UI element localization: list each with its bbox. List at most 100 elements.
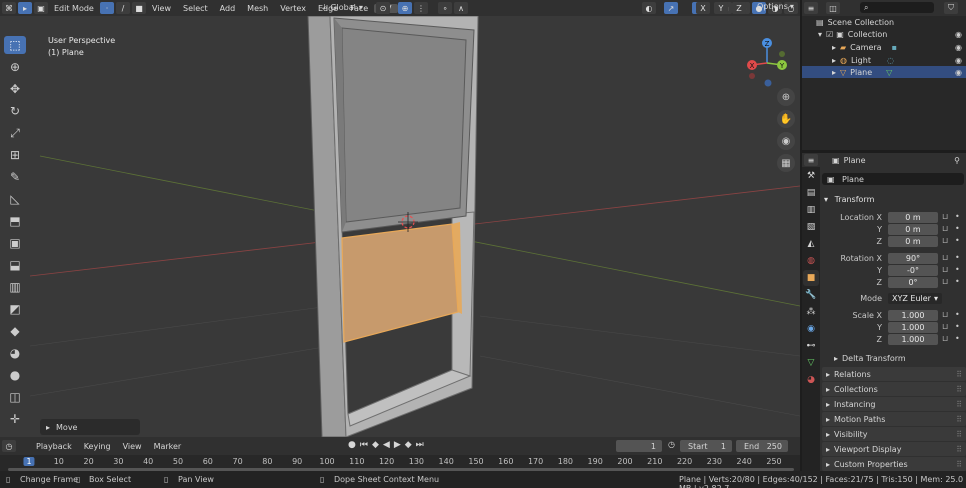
drag-grip-icon[interactable]: ⠿: [956, 370, 962, 379]
transform-orientation[interactable]: ⟂ Global ▾: [322, 2, 363, 12]
delta-transform-panel[interactable]: ▸ Delta Transform: [822, 351, 966, 365]
scene-tab-icon[interactable]: ◭: [803, 236, 819, 252]
menu-add[interactable]: Add: [214, 4, 242, 13]
keyframe-dot-icon[interactable]: •: [955, 236, 960, 245]
output-tab-icon[interactable]: ▥: [803, 202, 819, 218]
expand-icon[interactable]: ▾: [818, 30, 822, 39]
drag-grip-icon[interactable]: ⠿: [956, 415, 962, 424]
modifier-tab-icon[interactable]: 🔧: [803, 287, 819, 303]
stopwatch-icon[interactable]: ◷: [668, 440, 675, 449]
view-object-types-icon[interactable]: ◐: [642, 2, 656, 14]
tool-tab-icon[interactable]: ⚒: [803, 168, 819, 184]
visibility-eye-icon[interactable]: ◉: [955, 56, 962, 65]
clock-icon[interactable]: ◷: [2, 440, 16, 452]
editor-type-icon[interactable]: ≡: [804, 154, 818, 166]
shrink-fatten-tool-icon[interactable]: ✛: [4, 410, 26, 428]
mirror-axis-y[interactable]: Y: [714, 2, 728, 14]
drag-grip-icon[interactable]: ⠿: [956, 460, 962, 469]
keyframe-dot-icon[interactable]: •: [955, 253, 960, 262]
lock-icon[interactable]: ⊔: [942, 265, 948, 274]
view-layer-tab-icon[interactable]: ▧: [803, 219, 819, 235]
location-x-field[interactable]: 0 m: [888, 212, 938, 223]
menu-marker[interactable]: Marker: [148, 442, 188, 451]
motion-paths-panel[interactable]: ▸ Motion Paths ⠿: [822, 412, 966, 426]
menu-select[interactable]: Select: [177, 4, 214, 13]
cursor-tool-icon[interactable]: ⊕: [4, 58, 26, 76]
object-tab-icon[interactable]: ■: [803, 270, 819, 286]
pan-hand-icon[interactable]: ✋: [777, 110, 795, 128]
drag-grip-icon[interactable]: ⠿: [956, 400, 962, 409]
menu-vertex[interactable]: Vertex: [274, 4, 312, 13]
rotation-mode-select[interactable]: XYZ Euler ▾: [888, 293, 942, 304]
viewport-display-panel[interactable]: ▸ Viewport Display ⠿: [822, 442, 966, 456]
object-name-field[interactable]: ▣ Plane: [822, 173, 964, 185]
menu-timeline-view[interactable]: View: [117, 442, 148, 451]
play-reverse-icon[interactable]: ◀: [383, 440, 390, 450]
camera-view-icon[interactable]: ◉: [777, 132, 795, 150]
snap-target-icon[interactable]: ⋮: [414, 2, 428, 14]
mirror-axis-x[interactable]: X: [696, 2, 710, 14]
keyframe-dot-icon[interactable]: •: [955, 224, 960, 233]
mirror-axis-z[interactable]: Z: [732, 2, 746, 14]
rotation-z-field[interactable]: 0°: [888, 277, 938, 288]
constraints-tab-icon[interactable]: ⊷: [803, 338, 819, 354]
inset-tool-icon[interactable]: ▣: [4, 234, 26, 252]
outliner-item-camera[interactable]: ▸ ▰ Camera ▪ ◉: [802, 41, 966, 53]
jump-end-icon[interactable]: ⏭: [416, 440, 424, 450]
expand-icon[interactable]: ▸: [832, 68, 836, 77]
edge-select-button[interactable]: /: [116, 2, 130, 14]
bevel-tool-icon[interactable]: ⬓: [4, 256, 26, 274]
face-select-button[interactable]: ■: [132, 2, 146, 14]
menu-mesh[interactable]: Mesh: [241, 4, 274, 13]
lock-icon[interactable]: ⊔: [942, 334, 948, 343]
vertex-select-button[interactable]: ·: [100, 2, 114, 14]
menu-playback[interactable]: Playback: [30, 442, 78, 451]
lock-icon[interactable]: ⊔: [942, 212, 948, 221]
drag-grip-icon[interactable]: ⠿: [956, 385, 962, 394]
shear-tool-icon[interactable]: ◫: [4, 388, 26, 406]
scale-y-field[interactable]: 1.000: [888, 322, 938, 333]
lock-icon[interactable]: ⊔: [942, 310, 948, 319]
editor-type-button[interactable]: ⌘: [2, 2, 16, 14]
keyframe-dot-icon[interactable]: •: [955, 277, 960, 286]
data-tab-icon[interactable]: ▽: [803, 355, 819, 371]
keyframe-dot-icon[interactable]: •: [955, 322, 960, 331]
keyframe-dot-icon[interactable]: •: [955, 334, 960, 343]
display-mode-icon[interactable]: ◫: [826, 2, 840, 14]
editor-type-icon[interactable]: ≡: [804, 2, 818, 14]
gizmo-toggle-icon[interactable]: ↗: [664, 2, 678, 14]
material-tab-icon[interactable]: ◕: [803, 372, 819, 388]
poly-build-tool-icon[interactable]: ◆: [4, 322, 26, 340]
filter-icon[interactable]: ⛉: [944, 2, 958, 14]
spin-tool-icon[interactable]: ◕: [4, 344, 26, 362]
visibility-panel[interactable]: ▸ Visibility ⠿: [822, 427, 966, 441]
zoom-icon[interactable]: ⊕: [777, 88, 795, 106]
prev-keyframe-icon[interactable]: ◆: [372, 440, 379, 450]
keyframe-dot-icon[interactable]: •: [955, 265, 960, 274]
lock-icon[interactable]: ⊔: [942, 277, 948, 286]
rotate-tool-icon[interactable]: ↻: [4, 102, 26, 120]
instancing-panel[interactable]: ▸ Instancing ⠿: [822, 397, 966, 411]
menu-view[interactable]: View: [146, 4, 177, 13]
loop-cut-tool-icon[interactable]: ▥: [4, 278, 26, 296]
visibility-eye-icon[interactable]: ◉: [955, 43, 962, 52]
expand-icon[interactable]: ▸: [832, 43, 836, 52]
start-frame-field[interactable]: Start 1: [680, 440, 732, 452]
perspective-toggle-icon[interactable]: ▦: [777, 154, 795, 172]
jump-start-icon[interactable]: ⏮: [360, 440, 368, 450]
transform-tool-icon[interactable]: ⊞: [4, 146, 26, 164]
rotation-x-field[interactable]: 90°: [888, 253, 938, 264]
keyframe-dot-icon[interactable]: •: [955, 310, 960, 319]
rotation-y-field[interactable]: -0°: [888, 265, 938, 276]
collections-panel[interactable]: ▸ Collections ⠿: [822, 382, 966, 396]
scale-z-field[interactable]: 1.000: [888, 334, 938, 345]
drag-grip-icon[interactable]: ⠿: [956, 430, 962, 439]
3d-viewport[interactable]: Z Y X User Perspective (1) Plane ⬚ ⊕ ✥ ↻…: [0, 16, 800, 437]
scale-x-field[interactable]: 1.000: [888, 310, 938, 321]
outliner-item-light[interactable]: ▸ ◍ Light ◌ ◉: [802, 54, 966, 66]
world-tab-icon[interactable]: ◍: [803, 253, 819, 269]
knife-tool-icon[interactable]: ◩: [4, 300, 26, 318]
custom-properties-panel[interactable]: ▸ Custom Properties ⠿: [822, 457, 966, 471]
menu-keying[interactable]: Keying: [78, 442, 117, 451]
physics-tab-icon[interactable]: ◉: [803, 321, 819, 337]
